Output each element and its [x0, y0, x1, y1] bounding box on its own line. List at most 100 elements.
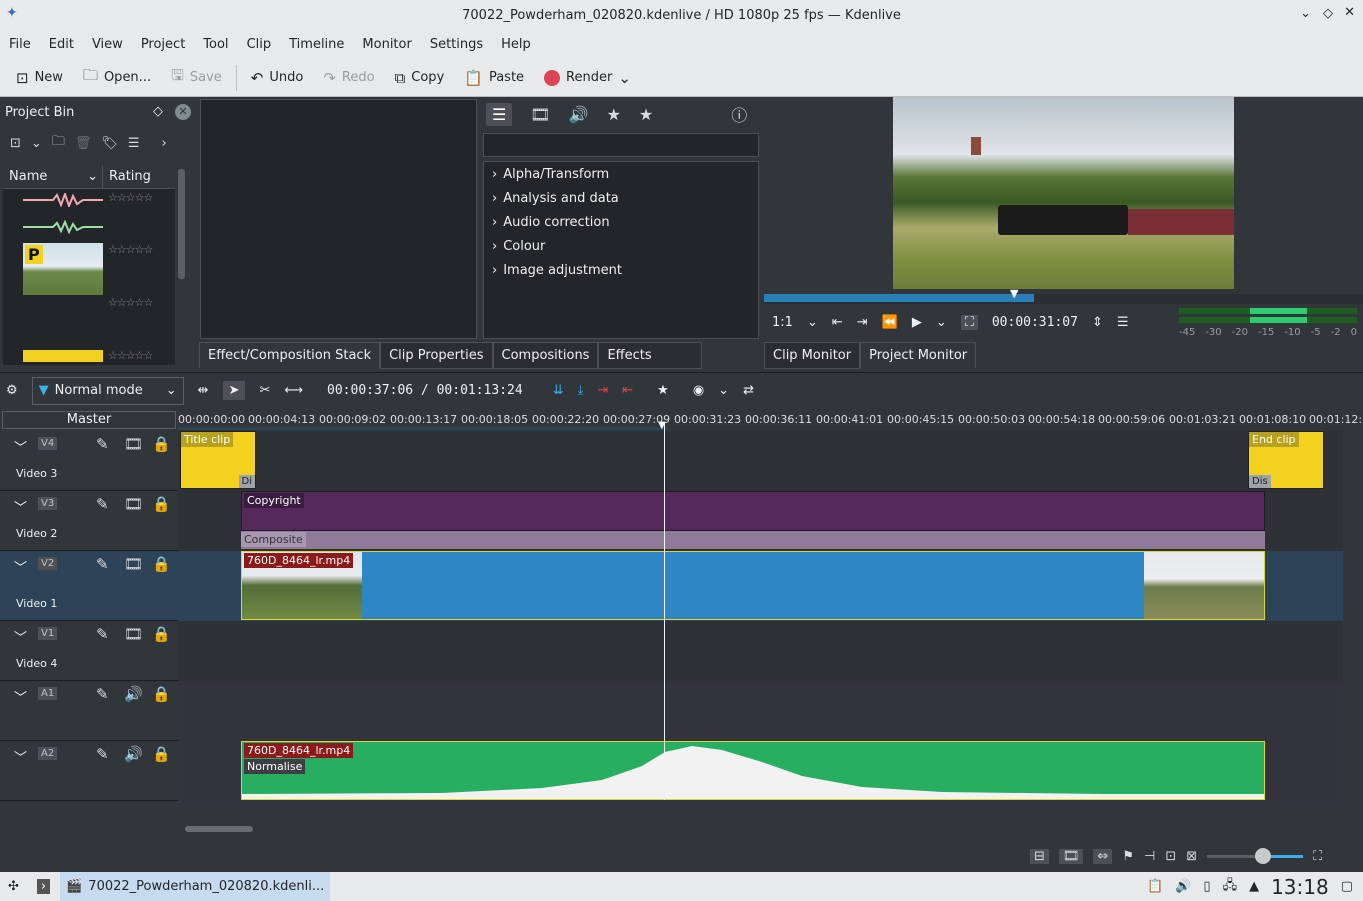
zoom-fit-icon[interactable]: ⊠	[1186, 849, 1197, 864]
category-alpha-transform[interactable]: › Alpha/Transform	[484, 162, 758, 186]
rating-stars[interactable]: ☆☆☆☆☆	[108, 296, 153, 309]
tag-icon[interactable]: 🏷	[101, 136, 118, 151]
track-config-icon[interactable]: ⚙	[6, 383, 18, 398]
tab-project-monitor[interactable]: Project Monitor	[860, 342, 977, 369]
category-audio-correction[interactable]: › Audio correction	[484, 210, 758, 234]
clock[interactable]: 13:18	[1271, 875, 1329, 899]
insert-icon[interactable]: ⇊	[553, 383, 564, 398]
effects-icon[interactable]: ✎	[96, 685, 109, 703]
preview-render-icon[interactable]: ◉	[693, 383, 704, 398]
zoom-slider[interactable]	[1207, 848, 1304, 864]
close-panel-icon[interactable]: ✕	[175, 104, 191, 120]
overwrite-icon[interactable]: ⤓	[578, 383, 584, 398]
close-icon[interactable]: ✕	[1344, 5, 1355, 20]
menu-settings[interactable]: Settings	[421, 37, 492, 52]
taskbar-task-kdenlive[interactable]: 🎬 70022_Powderham_020820.kdenli...	[60, 872, 331, 901]
menu-tool[interactable]: Tool	[194, 37, 237, 52]
collapse-icon[interactable]: ﹀	[14, 687, 27, 706]
snap-icon[interactable]: ⇔	[1093, 848, 1113, 864]
zoom-in-icon[interactable]: ⛶	[1313, 849, 1322, 864]
mute-audio-icon[interactable]: 🔊	[124, 685, 143, 703]
delete-icon[interactable]: 🗑	[75, 136, 92, 151]
collapse-icon[interactable]: ﹀	[14, 627, 27, 646]
timeline-settings-icon[interactable]: ⇄	[743, 383, 754, 398]
playhead-icon[interactable]: ▼	[1010, 287, 1018, 300]
video-clip[interactable]: 760D_8464_lr.mp4	[241, 551, 1265, 620]
lock-icon[interactable]: 🔒	[152, 685, 171, 703]
column-name-header[interactable]: Name ⌄	[3, 165, 103, 188]
mute-video-icon[interactable]: 🎞	[124, 625, 143, 643]
video-effects-icon[interactable]: 🎞	[530, 105, 550, 124]
collapse-icon[interactable]: ﹀	[14, 437, 27, 456]
markers-icon[interactable]: ⚑	[1122, 849, 1134, 864]
effects-search-input[interactable]	[483, 133, 759, 157]
audio-effects-icon[interactable]: 🔊	[569, 105, 589, 124]
column-rating-header[interactable]: Rating	[103, 165, 151, 188]
lift-icon[interactable]: ⇤	[622, 383, 633, 398]
title-clip-thumbnail[interactable]	[23, 350, 103, 362]
list-view-icon[interactable]: ☰	[486, 102, 513, 126]
tab-clip-monitor[interactable]: Clip Monitor	[764, 342, 861, 369]
track-header-v4[interactable]: ﹀ V4 ✎ 🎞 🔒 Video 3	[0, 431, 178, 491]
rewind-icon[interactable]: ⏪	[882, 315, 898, 330]
crop-icon[interactable]: ⛶	[960, 314, 978, 330]
set-in-icon[interactable]: ⇤	[832, 315, 843, 330]
chevron-down-icon[interactable]: ⌄	[718, 383, 729, 398]
menu-view[interactable]: View	[83, 37, 132, 52]
fit-icon[interactable]: ⊟	[1030, 848, 1049, 864]
effects-icon[interactable]: ✎	[96, 555, 109, 573]
audio-waveform-thumbnail[interactable]	[23, 190, 103, 209]
network-icon[interactable]: 🖧	[1223, 876, 1238, 898]
composite-transition[interactable]: Composite	[241, 531, 1265, 549]
favorite-icon[interactable]: ★	[657, 383, 669, 398]
guides-icon[interactable]: ⊣	[1144, 849, 1155, 864]
audio-clip[interactable]: 760D_8464_lr.mp4 Normalise	[241, 741, 1265, 800]
select-tool-icon[interactable]: ➤	[222, 381, 246, 400]
track-header-v3[interactable]: ﹀ V3 ✎ 🎞 🔒 Video 2	[0, 491, 178, 551]
desktop-icon[interactable]: ▢	[1341, 879, 1353, 894]
menu-help[interactable]: Help	[492, 37, 540, 52]
copy-button[interactable]: ⧉ Copy	[385, 63, 455, 93]
slip-tool-icon[interactable]: ⟷	[284, 383, 303, 398]
edit-mode-select[interactable]: ▼ Normal mode ⌄	[31, 376, 184, 405]
spacer-tool-icon[interactable]: ⇹	[198, 383, 209, 398]
track-header-a1[interactable]: ﹀ A1 ✎ 🔊 🔒	[0, 681, 178, 741]
dissolve-label[interactable]: Dis	[1249, 475, 1271, 488]
float-icon[interactable]: ◇	[153, 104, 163, 120]
menu-clip[interactable]: Clip	[238, 37, 281, 52]
favorites-icon[interactable]: ★	[639, 105, 653, 124]
thumbnails-icon[interactable]: 🎞	[1058, 848, 1084, 864]
rating-stars[interactable]: ☆☆☆☆☆	[108, 191, 153, 204]
extract-icon[interactable]: ⇥	[597, 383, 608, 398]
add-clip-icon[interactable]: ⊡	[10, 136, 21, 151]
save-button[interactable]: 🖫 Save	[161, 63, 232, 93]
category-image-adjustment[interactable]: › Image adjustment	[484, 258, 758, 282]
menu-edit[interactable]: Edit	[40, 37, 83, 52]
end-clip[interactable]: End clip Dis	[1248, 431, 1324, 489]
chevron-down-icon[interactable]: ⌄	[936, 315, 947, 330]
clip-thumbnail[interactable]: P	[23, 243, 103, 295]
open-button[interactable]: 🗀 Open...	[73, 63, 161, 93]
effects-icon[interactable]: ✎	[96, 745, 109, 763]
master-track-header[interactable]: Master	[2, 411, 176, 429]
zoom-out-icon[interactable]: ⊡	[1165, 849, 1176, 864]
lock-icon[interactable]: 🔒	[152, 555, 171, 573]
menu-monitor[interactable]: Monitor	[353, 37, 420, 52]
menu-file[interactable]: File	[0, 37, 40, 52]
monitor-seekbar[interactable]: ▼	[764, 287, 1363, 304]
tab-clip-properties[interactable]: Clip Properties	[380, 342, 493, 369]
timecode-display[interactable]: 00:00:31:07	[992, 315, 1078, 330]
tab-effects[interactable]: Effects	[598, 342, 703, 369]
track-header-v1[interactable]: ﹀ V1 ✎ 🎞 🔒 Video 4	[0, 621, 178, 681]
chevron-down-icon[interactable]: ⌄	[618, 69, 631, 87]
lock-icon[interactable]: 🔒	[152, 625, 171, 643]
battery-icon[interactable]: ▯	[1203, 879, 1210, 894]
maximize-icon[interactable]: ◇	[1323, 6, 1333, 21]
custom-effects-icon[interactable]: ★	[607, 105, 621, 124]
playhead-marker-icon[interactable]: ▼	[658, 420, 666, 431]
tray-expand-icon[interactable]: ▲	[1249, 879, 1259, 894]
rating-stars[interactable]: ☆☆☆☆☆	[108, 349, 153, 362]
lock-icon[interactable]: 🔒	[152, 495, 171, 513]
collapse-icon[interactable]: ﹀	[14, 747, 27, 766]
rating-stars[interactable]: ☆☆☆☆☆	[108, 243, 153, 256]
